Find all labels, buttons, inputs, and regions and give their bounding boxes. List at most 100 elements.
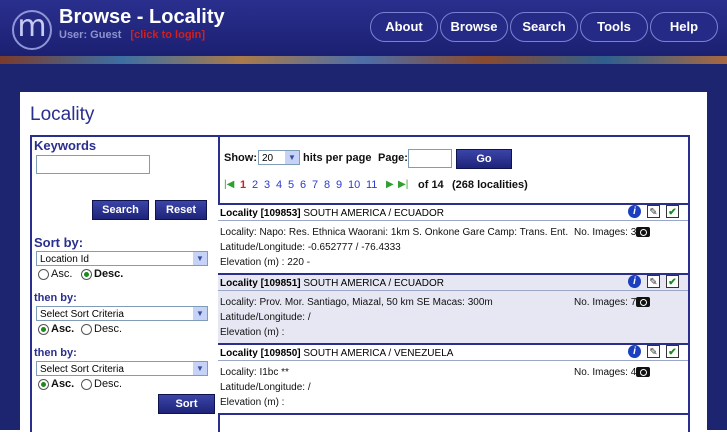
search-button[interactable]: Search — [92, 200, 149, 220]
keywords-label: Keywords — [34, 138, 97, 153]
page-3[interactable]: 3 — [264, 179, 270, 191]
sort1-desc-radio[interactable] — [81, 269, 92, 280]
main-nav: About Browse Search Tools Help — [370, 12, 720, 42]
sort2-asc-label: Asc. — [51, 323, 75, 335]
page-count: of 14 — [418, 179, 444, 191]
page-9[interactable]: 9 — [336, 179, 342, 191]
chevron-down-icon: ▼ — [193, 252, 207, 265]
record-id[interactable]: Locality [109850] — [220, 348, 301, 359]
sort-button[interactable]: Sort — [158, 394, 215, 414]
results-panel: Show: 20 ▼ hits per page Page: Go |◀ 1 2 … — [218, 135, 690, 432]
record-location: SOUTH AMERICA / ECUADOR — [303, 278, 444, 289]
record-id[interactable]: Locality [109851] — [220, 278, 301, 289]
camera-icon[interactable] — [636, 227, 650, 237]
record-header: Locality [109850] SOUTH AMERICA / VENEZU… — [218, 343, 688, 361]
user-status: User: Guest [click to login] — [59, 29, 205, 41]
reset-button[interactable]: Reset — [155, 200, 207, 220]
sort-by-label: Sort by: — [34, 235, 84, 250]
sort-select-1[interactable]: Location Id ▼ — [36, 251, 208, 266]
hits-label: hits per page — [303, 152, 372, 164]
record-id[interactable]: Locality [109853] — [220, 208, 301, 219]
list-item: Locality [109850] SOUTH AMERICA / VENEZU… — [218, 343, 688, 413]
app-title: Browse - Locality — [59, 6, 225, 28]
record-locality: Locality: I1bc ** — [220, 367, 289, 378]
first-page-icon[interactable]: |◀ — [224, 179, 236, 190]
go-button[interactable]: Go — [456, 149, 512, 169]
chevron-down-icon: ▼ — [193, 362, 207, 375]
then-by-label: then by: — [34, 292, 77, 304]
nav-search[interactable]: Search — [510, 12, 578, 42]
edit-icon[interactable]: ✎ — [647, 275, 660, 288]
record-latlon: Latitude/Longitude: / — [220, 382, 311, 393]
record-header: Locality [109853] SOUTH AMERICA / ECUADO… — [218, 203, 688, 221]
record-body: Locality: I1bc ** Latitude/Longitude: / … — [218, 361, 688, 413]
sort3-asc-label: Asc. — [51, 378, 75, 390]
info-icon[interactable]: i — [628, 345, 641, 358]
page-10[interactable]: 10 — [348, 179, 360, 191]
page-8[interactable]: 8 — [324, 179, 330, 191]
edit-icon[interactable]: ✎ — [647, 345, 660, 358]
sort2-desc-radio[interactable] — [81, 324, 92, 335]
next-page-icon[interactable]: ▶ — [386, 179, 394, 190]
page-label: Page: — [378, 152, 408, 164]
list-item: Locality [109853] SOUTH AMERICA / ECUADO… — [218, 203, 688, 273]
keywords-input[interactable] — [36, 155, 150, 174]
chevron-down-icon: ▼ — [285, 151, 299, 164]
filter-panel: Keywords Search Reset Sort by: Location … — [30, 135, 220, 432]
then-by-label-2: then by: — [34, 347, 77, 359]
page-5[interactable]: 5 — [288, 179, 294, 191]
record-elevation: Elevation (m) : — [220, 397, 285, 408]
page-1[interactable]: 1 — [240, 179, 246, 191]
sort3-asc-radio[interactable] — [38, 379, 49, 390]
hits-select[interactable]: 20 ▼ — [258, 150, 300, 165]
page-4[interactable]: 4 — [276, 179, 282, 191]
record-latlon: Latitude/Longitude: -0.652777 / -76.4333 — [220, 242, 401, 253]
page-6[interactable]: 6 — [300, 179, 306, 191]
nav-about[interactable]: About — [370, 12, 438, 42]
sort-select-3-value: Select Sort Criteria — [40, 364, 124, 375]
sort3-desc-radio[interactable] — [81, 379, 92, 390]
nav-tools[interactable]: Tools — [580, 12, 648, 42]
camera-icon[interactable] — [636, 297, 650, 307]
list-item: Locality [109851] SOUTH AMERICA / ECUADO… — [218, 273, 688, 343]
nav-browse[interactable]: Browse — [440, 12, 508, 42]
result-count: (268 localities) — [452, 179, 528, 191]
list-item-partial — [218, 413, 688, 434]
content-area: Locality Keywords Search Reset Sort by: … — [20, 92, 707, 432]
record-locality: Locality: Prov. Mor. Santiago, Miazal, 5… — [220, 297, 493, 308]
select-icon[interactable]: ✔ — [666, 275, 679, 288]
sort-select-2[interactable]: Select Sort Criteria ▼ — [36, 306, 208, 321]
decorative-banner — [0, 56, 727, 64]
record-images: No. Images: 4 — [574, 367, 637, 378]
record-body: Locality: Prov. Mor. Santiago, Miazal, 5… — [218, 291, 688, 343]
edit-icon[interactable]: ✎ — [647, 205, 660, 218]
login-link[interactable]: [click to login] — [130, 29, 205, 41]
record-images: No. Images: 3 — [574, 227, 637, 238]
hits-select-value: 20 — [262, 153, 274, 164]
sort-select-3[interactable]: Select Sort Criteria ▼ — [36, 361, 208, 376]
info-icon[interactable]: i — [628, 205, 641, 218]
record-location: SOUTH AMERICA / VENEZUELA — [303, 348, 454, 359]
page-11[interactable]: 11 — [366, 179, 377, 191]
info-icon[interactable]: i — [628, 275, 641, 288]
record-latlon: Latitude/Longitude: / — [220, 312, 311, 323]
page-title: Locality — [30, 104, 95, 125]
page-7[interactable]: 7 — [312, 179, 318, 191]
sort3-desc-label: Desc. — [94, 378, 123, 390]
chevron-down-icon: ▼ — [193, 307, 207, 320]
select-icon[interactable]: ✔ — [666, 205, 679, 218]
user-label: User: Guest — [59, 29, 122, 41]
nav-help[interactable]: Help — [650, 12, 718, 42]
sort2-asc-radio[interactable] — [38, 324, 49, 335]
select-icon[interactable]: ✔ — [666, 345, 679, 358]
header: m Browse - Locality User: Guest [click t… — [0, 0, 727, 60]
camera-icon[interactable] — [636, 367, 650, 377]
page-input[interactable] — [408, 149, 452, 168]
record-elevation: Elevation (m) : 220 - — [220, 257, 311, 268]
logo-icon[interactable]: m — [12, 10, 52, 50]
sort-select-2-value: Select Sort Criteria — [40, 309, 124, 320]
page-2[interactable]: 2 — [252, 179, 258, 191]
last-page-icon[interactable]: ▶| — [398, 179, 408, 190]
sort1-asc-radio[interactable] — [38, 269, 49, 280]
sort1-desc-label: Desc. — [94, 268, 124, 280]
